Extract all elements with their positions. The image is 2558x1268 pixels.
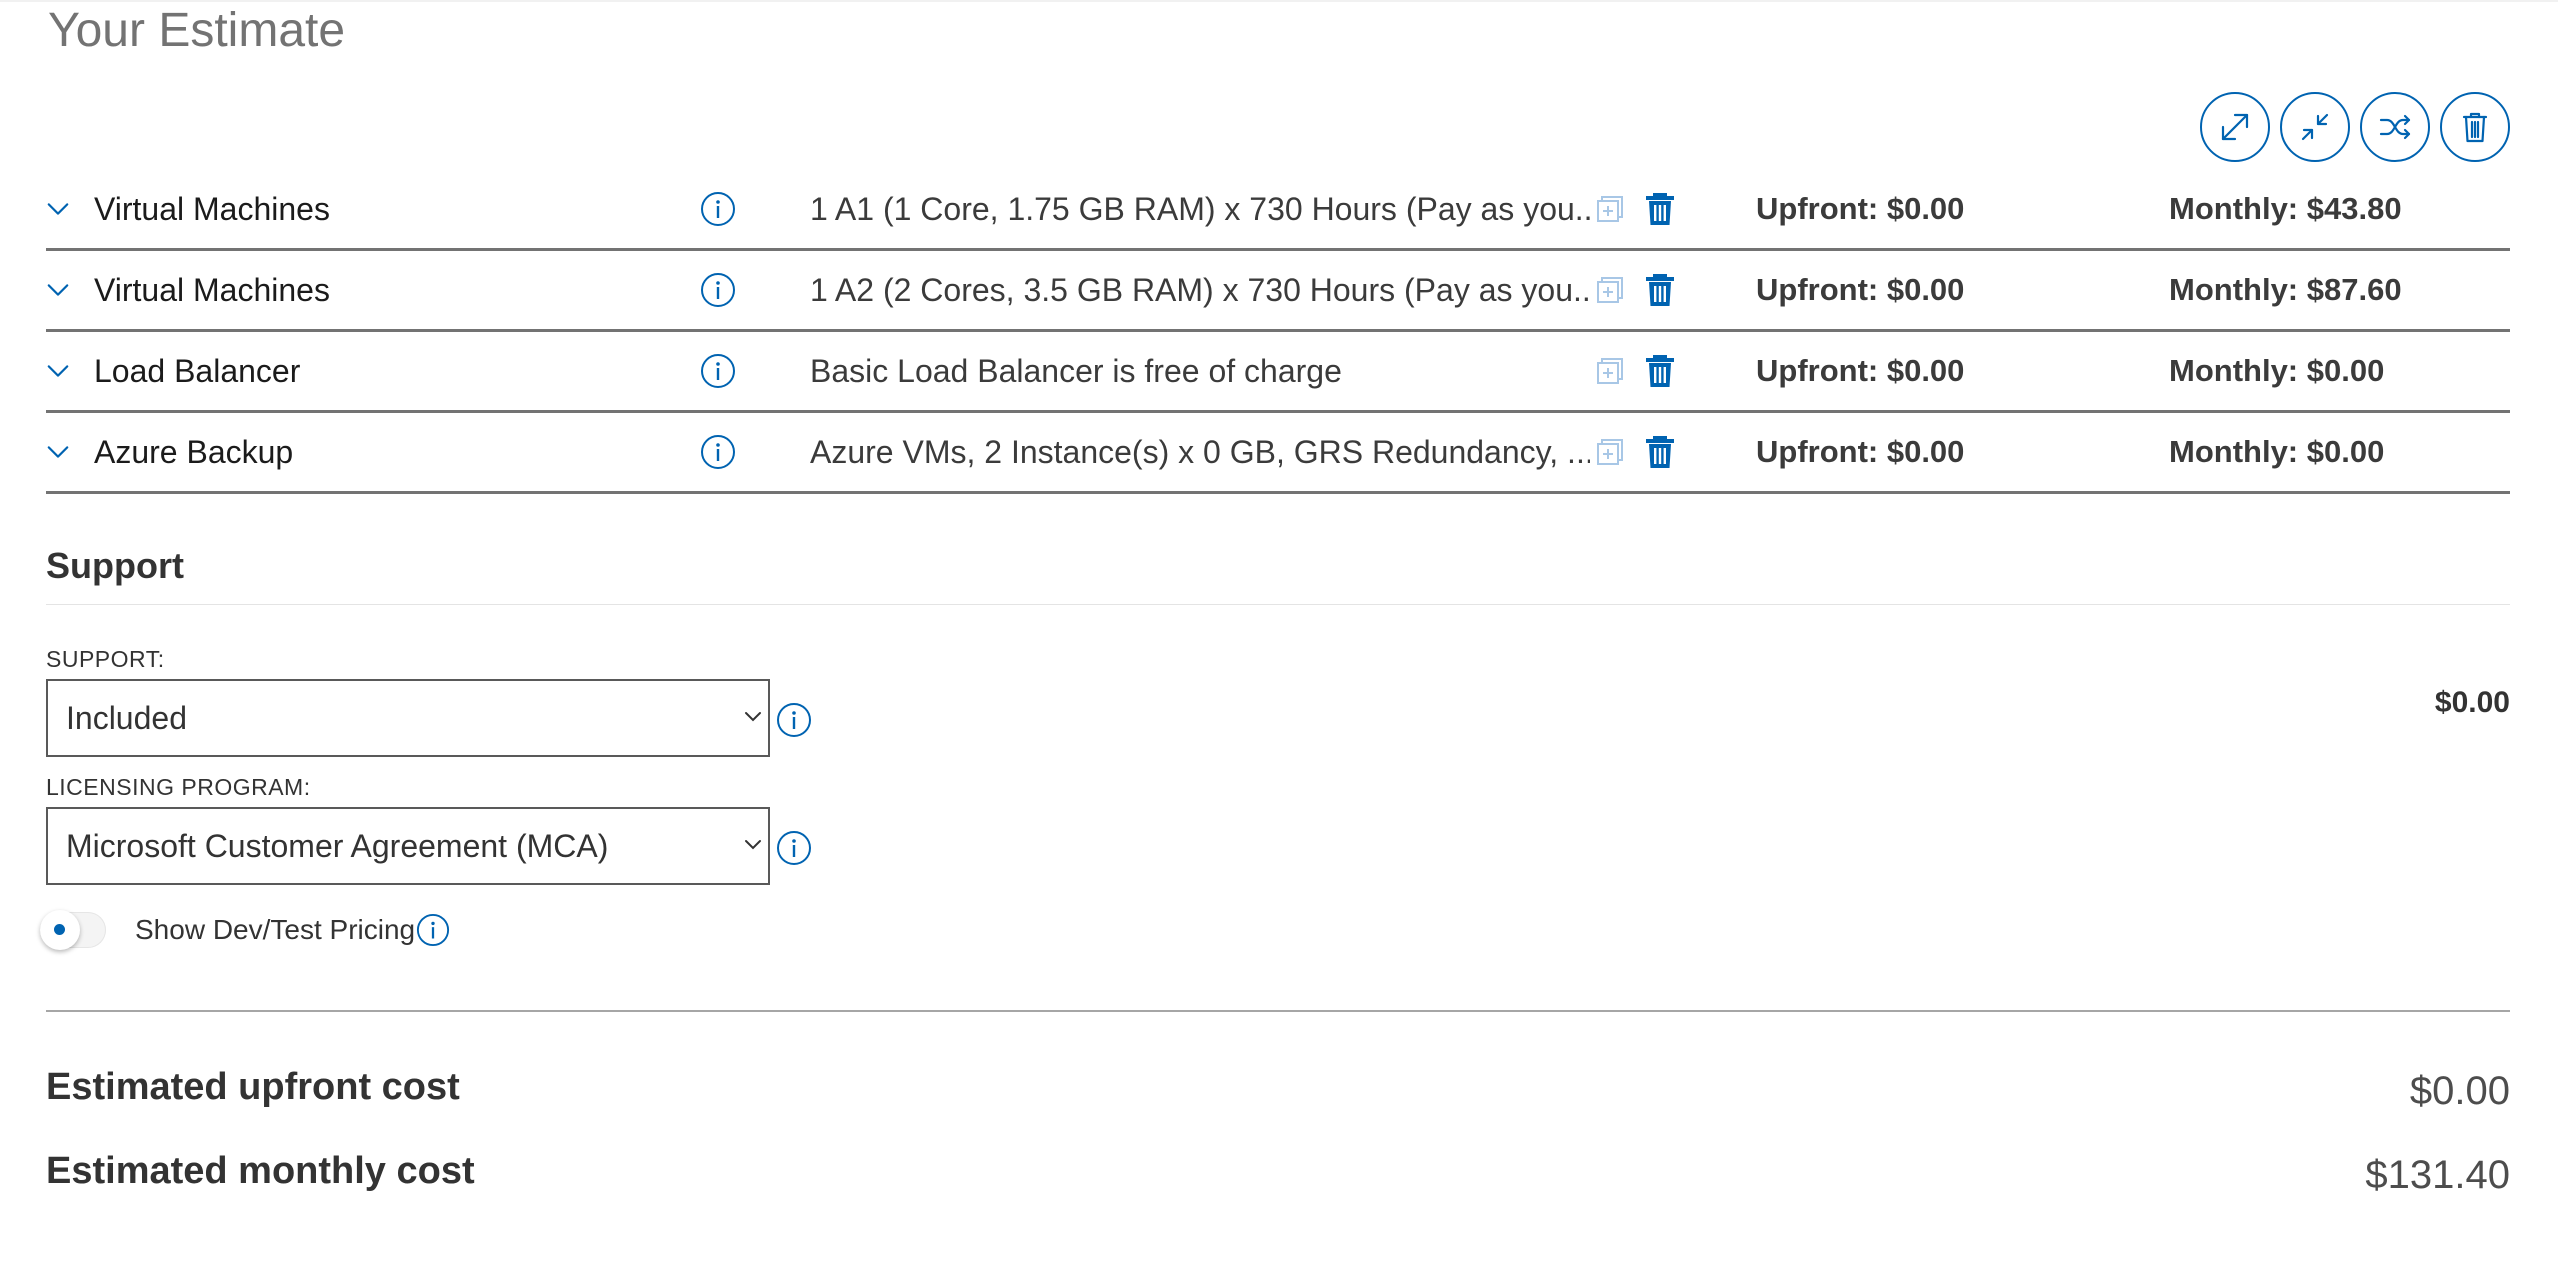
devtest-pricing-label: Show Dev/Test Pricing (135, 914, 416, 945)
service-name: Load Balancer (94, 352, 301, 389)
estimated-monthly-label: Estimated monthly cost (46, 1150, 475, 1192)
clone-row-button[interactable] (1594, 170, 1626, 248)
clone-row-button[interactable] (1594, 332, 1626, 410)
info-icon (701, 354, 735, 388)
clone-icon (1597, 196, 1623, 222)
trash-icon (1646, 193, 1674, 225)
service-description: 1 A2 (2 Cores, 3.5 GB RAM) x 730 Hours (… (810, 271, 1590, 308)
row-upfront-cost: Upfront: $0.00 (1756, 353, 1965, 388)
support-select[interactable]: Included (46, 679, 770, 757)
trash-icon (2462, 112, 2488, 143)
delete-row-button[interactable] (1644, 251, 1676, 329)
expand-icon (2221, 113, 2249, 141)
chevron-down-icon (47, 203, 69, 215)
totals-divider (46, 1010, 2510, 1012)
row-upfront-cost: Upfront: $0.00 (1756, 191, 1965, 226)
devtest-info-icon[interactable] (416, 913, 450, 947)
clone-row-button[interactable] (1594, 413, 1626, 491)
estimated-upfront-value: $0.00 (2409, 1069, 2510, 1113)
shuffle-button[interactable] (2360, 92, 2430, 162)
service-description: Basic Load Balancer is free of charge (810, 352, 1342, 389)
estimate-row: Load Balancer Basic Load Balancer is fre… (46, 332, 2510, 413)
licensing-label: LICENSING PROGRAM: (46, 774, 311, 800)
page-title: Your Estimate (48, 4, 346, 57)
estimate-row: Azure Backup Azure VMs, 2 Instance(s) x … (46, 413, 2510, 494)
delete-row-button[interactable] (1644, 413, 1676, 491)
chevron-down-icon (47, 284, 69, 296)
devtest-pricing-toggle[interactable] (40, 910, 106, 950)
expand-row-button[interactable] (46, 251, 70, 329)
licensing-select-value: Microsoft Customer Agreement (MCA) (66, 827, 609, 864)
support-divider (46, 604, 2510, 605)
service-info-button[interactable] (700, 251, 736, 329)
trash-icon (1646, 355, 1674, 387)
service-description: 1 A1 (1 Core, 1.75 GB RAM) x 730 Hours (… (810, 190, 1590, 227)
service-name: Virtual Machines (94, 271, 330, 308)
support-info-icon[interactable] (776, 702, 812, 738)
service-info-button[interactable] (700, 332, 736, 410)
info-icon (701, 435, 735, 469)
expand-row-button[interactable] (46, 170, 70, 248)
toggle-knob (40, 910, 80, 950)
expand-row-button[interactable] (46, 413, 70, 491)
service-info-button[interactable] (700, 413, 736, 491)
expand-all-button[interactable] (2200, 92, 2270, 162)
top-border (0, 0, 2558, 2)
trash-icon (1646, 436, 1674, 468)
row-upfront-cost: Upfront: $0.00 (1756, 434, 1965, 469)
estimated-upfront-label: Estimated upfront cost (46, 1066, 460, 1108)
shuffle-icon (2379, 114, 2411, 140)
support-label: SUPPORT: (46, 646, 165, 672)
support-select-value: Included (66, 699, 187, 736)
delete-all-button[interactable] (2440, 92, 2510, 162)
expand-row-button[interactable] (46, 332, 70, 410)
estimate-rows: Virtual Machines 1 A1 (1 Core, 1.75 GB R… (46, 170, 2510, 494)
delete-row-button[interactable] (1644, 170, 1676, 248)
row-upfront-cost: Upfront: $0.00 (1756, 272, 1965, 307)
chevron-down-icon (47, 446, 69, 458)
row-monthly-cost: Monthly: $87.60 (2169, 272, 2402, 307)
info-icon (701, 192, 735, 226)
row-monthly-cost: Monthly: $43.80 (2169, 191, 2402, 226)
delete-row-button[interactable] (1644, 332, 1676, 410)
clone-icon (1597, 439, 1623, 465)
service-name: Azure Backup (94, 433, 294, 470)
service-info-button[interactable] (700, 170, 736, 248)
collapse-all-button[interactable] (2280, 92, 2350, 162)
estimate-row: Virtual Machines 1 A2 (2 Cores, 3.5 GB R… (46, 251, 2510, 332)
chevron-down-icon (47, 365, 69, 377)
clone-icon (1597, 358, 1623, 384)
estimate-toolbar (2200, 92, 2510, 162)
licensing-info-icon[interactable] (776, 830, 812, 866)
row-monthly-cost: Monthly: $0.00 (2169, 353, 2385, 388)
chevron-down-icon (745, 840, 761, 850)
clone-row-button[interactable] (1594, 251, 1626, 329)
clone-icon (1597, 277, 1623, 303)
service-name: Virtual Machines (94, 190, 330, 227)
estimated-monthly-value: $131.40 (2365, 1153, 2510, 1197)
collapse-icon (2301, 113, 2329, 141)
service-description: Azure VMs, 2 Instance(s) x 0 GB, GRS Red… (810, 433, 1590, 470)
support-price: $0.00 (2434, 686, 2510, 719)
row-monthly-cost: Monthly: $0.00 (2169, 434, 2385, 469)
info-icon (701, 273, 735, 307)
chevron-down-icon (745, 712, 761, 722)
support-section-title: Support (46, 545, 184, 586)
estimate-row: Virtual Machines 1 A1 (1 Core, 1.75 GB R… (46, 170, 2510, 251)
licensing-program-select[interactable]: Microsoft Customer Agreement (MCA) (46, 807, 770, 885)
trash-icon (1646, 274, 1674, 306)
